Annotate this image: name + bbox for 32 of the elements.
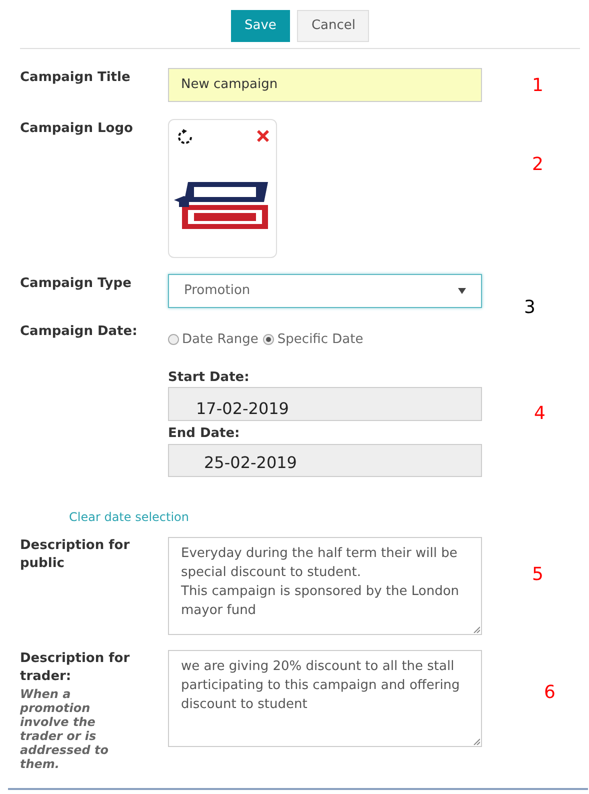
annotation-number: 2 [532,153,544,177]
date-field[interactable]: 17-02-2019 [168,387,482,421]
field-label: Campaign Title [20,69,132,87]
field-hint: When a promotion involve the trader or is addressed to them. [20,686,110,770]
annotation-number: 1 [532,74,544,98]
field-label: End Date: [168,425,241,443]
text-area[interactable]: Everyday during the half term their will be special discount to student. This campaign is sponsored by the London mayor fund [168,536,482,634]
radio-button[interactable] [168,334,179,346]
type-dropdown[interactable]: Promotion [168,274,482,308]
field-label: Start Date: [168,368,250,386]
field-label: Campaign Date: [20,323,138,341]
field-label: Description for public [20,536,130,572]
resize-handle-icon[interactable] [473,738,480,744]
rotate-icon[interactable] [177,129,193,145]
annotation-number: 5 [532,562,544,586]
date-field[interactable]: 25-02-2019 [168,444,482,476]
resize-handle-icon[interactable] [473,626,480,632]
radio-button[interactable] [263,334,274,346]
close-icon[interactable] [255,128,271,144]
annotation-number: 3 [524,296,536,320]
field-label: Campaign Logo [20,120,134,138]
annotation-number: 4 [534,402,546,426]
field-label: Description for trader: [20,650,130,686]
field-label: Campaign Type [20,275,132,293]
text-area[interactable]: we are giving 20% discount to all the stall participating to this campaign and offering discount to student [168,650,482,746]
save-button[interactable]: Save [230,10,290,42]
caret-icon [458,288,466,294]
title-field[interactable]: New campaign [168,68,482,102]
radio-label[interactable]: Specific Date [277,330,364,350]
annotation-number: 6 [544,680,556,704]
radio-label[interactable]: Date Range [182,330,258,350]
cancel-button[interactable]: Cancel [297,10,370,42]
